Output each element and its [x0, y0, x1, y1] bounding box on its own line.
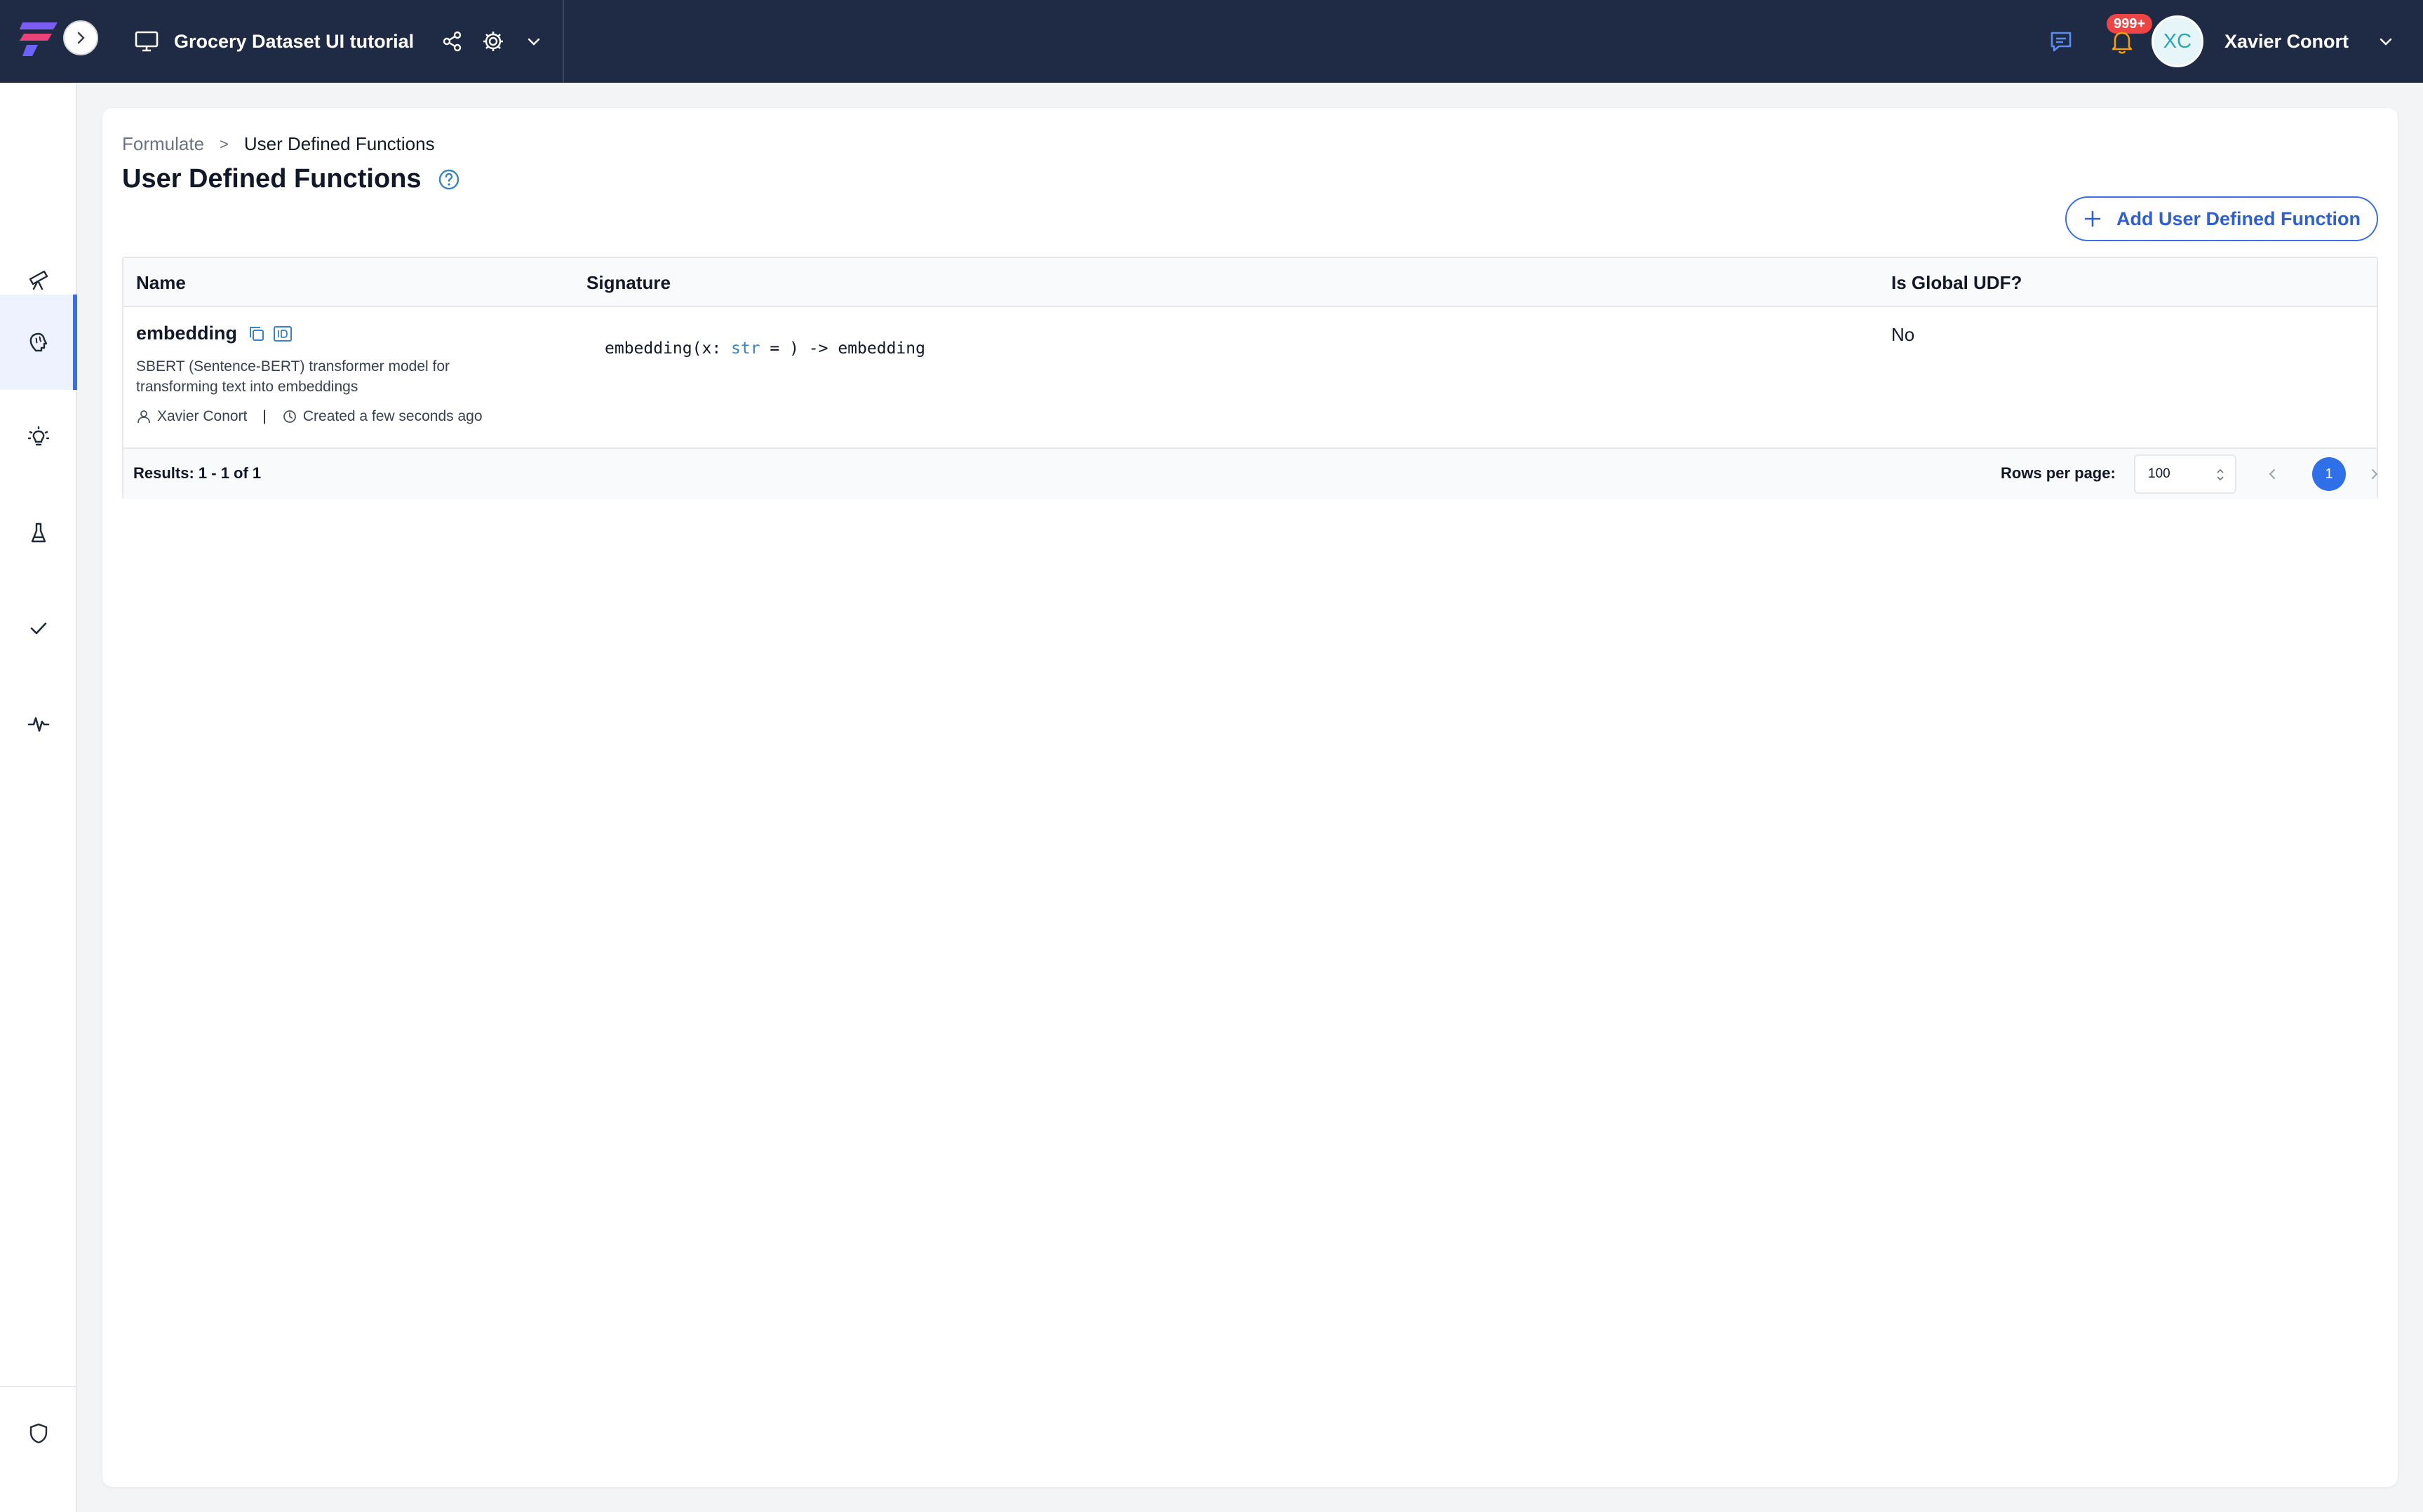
function-owner: Xavier Conort: [157, 408, 248, 424]
table-row[interactable]: embedding SBERT (Sentence-BERT) transfor…: [123, 307, 2377, 449]
rows-per-page-label: Rows per page:: [2001, 464, 2116, 482]
rows-per-page-select[interactable]: 100: [2134, 454, 2236, 494]
function-created: Created a few seconds ago: [302, 408, 483, 424]
user-menu-chevron-icon[interactable]: [2377, 32, 2395, 50]
page-title-wrap: User Defined Functions: [122, 164, 461, 194]
chat-icon[interactable]: [2048, 28, 2074, 55]
sidebar-item-governance[interactable]: [0, 1386, 77, 1481]
lightbulb-icon: [27, 426, 50, 446]
share-icon[interactable]: [441, 29, 464, 53]
clock-icon: [282, 409, 297, 424]
sidebar-item-experiment[interactable]: [0, 485, 77, 581]
signature-suffix: = ) -> embedding: [760, 339, 925, 358]
chevron-right-icon: [2372, 469, 2378, 479]
sidebar-item-formulate[interactable]: [0, 295, 77, 390]
sidebar: [0, 83, 77, 1512]
rows-per-page-value: 100: [2148, 466, 2170, 481]
avatar[interactable]: XC: [2151, 15, 2203, 67]
function-name[interactable]: embedding: [136, 323, 237, 344]
previous-page-button[interactable]: [2264, 464, 2281, 484]
add-user-defined-function-button[interactable]: Add User Defined Function: [2065, 196, 2378, 241]
meta-separator: |: [262, 408, 267, 424]
monitor-icon: [133, 28, 160, 55]
column-header-name[interactable]: Name: [136, 272, 186, 294]
plus-icon: [2083, 209, 2102, 229]
sidebar-item-ideate[interactable]: [0, 390, 77, 485]
flask-icon: [31, 522, 46, 543]
is-global-value: No: [1891, 324, 1915, 345]
main-card: Formulate > User Defined Functions User …: [102, 108, 2398, 1487]
app-logo[interactable]: [17, 15, 62, 60]
udf-table: Name Signature Is Global UDF? embedding: [122, 257, 2378, 499]
project-selector[interactable]: Grocery Dataset UI tutorial: [133, 0, 543, 83]
table-header: Name Signature Is Global UDF?: [123, 258, 2377, 307]
sidebar-item-approve[interactable]: [0, 581, 77, 676]
function-signature: embedding(x: str = ) -> embedding: [605, 339, 925, 358]
next-page-button[interactable]: [2365, 464, 2382, 484]
user-icon: [136, 409, 152, 424]
copy-icon[interactable]: [247, 324, 267, 344]
function-meta: Xavier Conort | Created a few seconds ag…: [136, 408, 483, 425]
breadcrumb: Formulate > User Defined Functions: [122, 133, 435, 155]
select-arrows-icon: [2215, 467, 2225, 482]
check-icon: [30, 622, 47, 635]
help-icon[interactable]: [437, 168, 461, 191]
sidebar-item-monitor[interactable]: [0, 676, 77, 771]
sidebar-expand-button[interactable]: [63, 20, 98, 55]
results-count: Results: 1 - 1 of 1: [133, 464, 262, 482]
sidebar-item-user-search[interactable]: [0, 1481, 77, 1512]
function-name-wrap: embedding: [136, 323, 293, 344]
gear-icon[interactable]: [481, 29, 505, 53]
bell-icon[interactable]: [2108, 27, 2136, 55]
table-footer: Results: 1 - 1 of 1 Rows per page: 100 1: [123, 449, 2378, 499]
id-card-icon[interactable]: [272, 324, 293, 344]
column-header-signature[interactable]: Signature: [586, 272, 671, 294]
breadcrumb-formulate-link[interactable]: Formulate: [122, 133, 204, 155]
shield-icon: [29, 1423, 48, 1444]
signature-prefix: embedding(x:: [605, 339, 732, 358]
page-1-button[interactable]: 1: [2312, 457, 2346, 491]
breadcrumb-current: User Defined Functions: [243, 133, 435, 154]
breadcrumb-separator: >: [220, 135, 229, 153]
signature-type: str: [731, 339, 760, 358]
column-header-global[interactable]: Is Global UDF?: [1891, 272, 2022, 294]
brain-icon: [29, 332, 48, 352]
chevron-down-icon[interactable]: [525, 32, 543, 50]
chevron-right-icon: [77, 32, 85, 44]
page-title: User Defined Functions: [122, 164, 422, 194]
topbar-divider: [563, 0, 564, 83]
add-button-label: Add User Defined Function: [2116, 208, 2361, 229]
pulse-icon: [27, 717, 50, 732]
top-bar: Grocery Dataset UI tutorial 999+ XC Xavi…: [0, 0, 2423, 83]
telescope-icon: [29, 270, 48, 290]
chevron-left-icon: [2269, 469, 2275, 479]
project-title: Grocery Dataset UI tutorial: [174, 30, 415, 52]
function-description: SBERT (Sentence-BERT) transformer model …: [136, 358, 450, 395]
user-name[interactable]: Xavier Conort: [2224, 31, 2349, 53]
